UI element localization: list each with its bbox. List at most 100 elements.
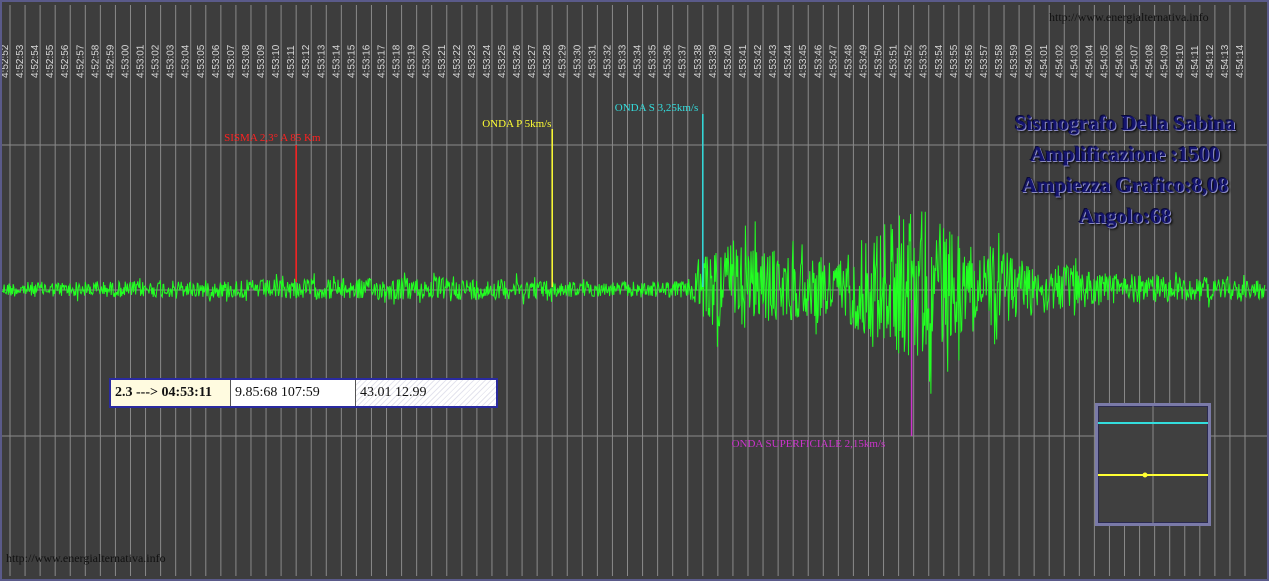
event-info-table: 2.3 ---> 04:53:11 9.85:68 107:59 43.01 1… (109, 378, 498, 408)
time-tick-label: 4:54:02 (1054, 44, 1065, 78)
time-tick-label: 4:53:44 (783, 44, 794, 78)
time-tick-label: 4:53:55 (949, 44, 960, 78)
time-tick-label: 4:54:03 (1069, 44, 1080, 78)
time-tick-label: 4:53:47 (828, 44, 839, 78)
time-tick-label: 4:53:20 (422, 44, 433, 78)
time-tick-label: 4:53:59 (1009, 44, 1020, 78)
time-tick-label: 4:53:36 (663, 44, 674, 78)
time-tick-label: 4:53:57 (979, 44, 990, 78)
time-tick-label: 4:53:50 (874, 44, 885, 78)
seismic-trace-line (1, 211, 1266, 394)
time-tick-label: 4:53:33 (618, 44, 629, 78)
time-tick-label: 4:53:16 (361, 44, 372, 78)
time-tick-label: 4:53:06 (211, 44, 222, 78)
time-tick-label: 4:53:37 (678, 44, 689, 78)
watermark-url-top: http://www.energialternativa.info (1049, 10, 1209, 24)
time-tick-label: 4:53:09 (256, 44, 267, 78)
time-tick-label: 4:53:21 (437, 44, 448, 78)
marker-onda-p-label: ONDA P 5km/s (482, 118, 551, 130)
time-tick-label: 4:53:35 (648, 44, 659, 78)
time-tick-label: 4:53:52 (904, 44, 915, 78)
time-tick-label: 4:54:09 (1160, 44, 1171, 78)
time-tick-label: 4:53:42 (753, 44, 764, 78)
time-tick-label: 4:53:15 (346, 44, 357, 78)
time-tick-label: 4:53:51 (889, 44, 900, 78)
time-tick-label: 4:53:41 (738, 44, 749, 78)
marker-onda-superficiale-label: ONDA SUPERFICIALE 2,15km/s (732, 438, 886, 450)
time-tick-label: 4:53:40 (723, 44, 734, 78)
time-tick-label: 4:54:05 (1099, 44, 1110, 78)
time-tick-label: 4:53:48 (843, 44, 854, 78)
time-tick-label: 4:53:58 (994, 44, 1005, 78)
time-tick-label: 4:53:43 (768, 44, 779, 78)
time-tick-label: 4:53:53 (919, 44, 930, 78)
seismic-trace (1, 211, 1266, 394)
time-tick-label: 4:53:05 (196, 44, 207, 78)
mini-yellow-marker (1142, 472, 1148, 478)
time-tick-label: 4:53:46 (813, 44, 824, 78)
time-tick-label: 4:53:13 (316, 44, 327, 78)
time-tick-label: 4:53:56 (964, 44, 975, 78)
time-tick-label: 4:53:24 (482, 44, 493, 78)
time-tick-label: 4:53:29 (557, 44, 568, 78)
time-tick-label: 4:53:01 (136, 44, 147, 78)
angle-text: Angolo:68 (1078, 204, 1172, 228)
time-tick-label: 4:53:00 (120, 44, 131, 78)
instrument-info: Sismografo Della Sabina Amplificazione :… (985, 108, 1265, 232)
time-tick-label: 4:53:54 (934, 44, 945, 78)
time-tick-label: 4:52:53 (15, 44, 26, 78)
time-tick-label: 4:53:39 (708, 44, 719, 78)
time-tick-label: 4:53:19 (407, 44, 418, 78)
time-tick-label: 4:53:23 (467, 44, 478, 78)
time-tick-label: 4:53:02 (151, 44, 162, 78)
time-tick-label: 4:53:22 (452, 44, 463, 78)
time-tick-label: 4:54:04 (1084, 44, 1095, 78)
time-tick-label: 4:53:38 (693, 44, 704, 78)
instrument-name: Sismografo Della Sabina (1014, 111, 1236, 135)
time-tick-label: 4:54:11 (1190, 45, 1201, 78)
time-tick-label: 4:53:34 (633, 44, 644, 78)
time-tick-label: 4:54:07 (1130, 44, 1141, 78)
mini-level-graph (1098, 406, 1208, 523)
amplification-text: Amplificazione :1500 (1030, 142, 1220, 166)
time-tick-label: 4:53:25 (497, 44, 508, 78)
time-tick-label: 4:52:56 (60, 44, 71, 78)
time-tick-label: 4:54:14 (1235, 44, 1246, 78)
time-tick-label: 4:53:28 (542, 44, 553, 78)
watermark-url-bottom: http://www.energialternativa.info (6, 551, 166, 565)
time-tick-label: 4:53:12 (301, 44, 312, 78)
time-tick-label: 4:53:03 (166, 44, 177, 78)
time-tick-label: 4:54:00 (1024, 44, 1035, 78)
time-tick-label: 4:53:07 (226, 44, 237, 78)
time-tick-label: 4:53:31 (587, 44, 598, 78)
time-tick-label: 4:52:57 (75, 44, 86, 78)
time-tick-label: 4:53:17 (377, 44, 388, 78)
graph-amplitude-text: Ampiezza Grafico:8,08 (1021, 173, 1229, 197)
time-tick-label: 4:53:30 (572, 44, 583, 78)
time-tick-label: 4:53:18 (392, 44, 403, 78)
magnitude-time-cell: 2.3 ---> 04:53:11 (111, 380, 231, 406)
marker-onda-s-label: ONDA S 3,25km/s (615, 102, 698, 114)
time-tick-label: 4:54:06 (1115, 44, 1126, 78)
location-cell: 43.01 12.99 (356, 380, 496, 406)
time-tick-label: 4:52:54 (30, 44, 41, 78)
time-tick-label: 4:54:08 (1145, 44, 1156, 78)
seismogram-chart: 4:52:52 4:52:53 4:52:54 4:52:55 4:52:56 4:52:… (0, 5, 1269, 576)
time-tick-label: 4:53:26 (512, 44, 523, 78)
time-tick-label: 4:53:49 (858, 44, 869, 78)
time-tick-labels: 4:52:52 4:52:53 4:52:54 4:52:55 4:52:56 4:52:… (0, 44, 1246, 78)
marker-sisma-label: SISMA 2,3° A 85 Km (224, 132, 321, 144)
time-tick-label: 4:53:10 (271, 44, 282, 78)
coordinates-cell: 9.85:68 107:59 (231, 380, 356, 406)
time-tick-label: 4:52:58 (90, 44, 101, 78)
time-tick-label: 4:53:32 (602, 44, 613, 78)
time-tick-label: 4:53:14 (331, 44, 342, 78)
time-tick-label: 4:52:59 (105, 44, 116, 78)
time-tick-label: 4:53:45 (798, 44, 809, 78)
time-tick-label: 4:54:10 (1175, 44, 1186, 78)
time-tick-label: 4:53:27 (527, 44, 538, 78)
time-tick-label: 4:54:01 (1039, 44, 1050, 78)
mini-level-panel (1095, 403, 1211, 526)
time-tick-label: 4:52:52 (0, 44, 11, 78)
time-tick-label: 4:53:04 (181, 44, 192, 78)
